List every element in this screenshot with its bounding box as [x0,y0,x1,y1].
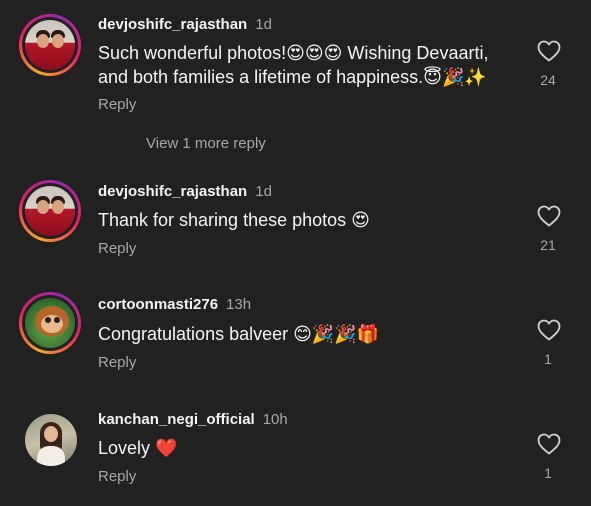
username-text[interactable]: kanchan_negi_official [98,411,255,428]
avatar[interactable] [19,292,81,354]
heart-outline-icon[interactable] [537,205,561,227]
like-count: 1 [544,465,552,481]
heart-outline-icon[interactable] [537,433,561,455]
comment-text: Such wonderful photos!😍😍😍 Wishing Devaar… [98,43,489,87]
avatar[interactable] [19,180,81,242]
comment-username[interactable]: kanchan_negi_official 10h [98,411,288,428]
heart-outline-icon[interactable] [537,319,561,341]
comment-username[interactable]: cortoonmasti276 13h [98,296,251,313]
avatar[interactable] [19,14,81,76]
reply-button[interactable]: Reply [98,96,136,113]
comment-text: Thank for sharing these photos 😍 [98,210,370,230]
username-text[interactable]: devjoshifc_rajasthan [98,183,247,200]
comment-time: 1d [255,183,272,200]
username-text[interactable]: devjoshifc_rajasthan [98,16,247,33]
reply-button[interactable]: Reply [98,354,136,371]
comment-username[interactable]: devjoshifc_rajasthan 1d [98,183,272,200]
like-count: 21 [540,237,556,253]
like-count: 24 [540,72,556,88]
comment-username[interactable]: devjoshifc_rajasthan 1d [98,16,272,33]
reply-button[interactable]: Reply [98,468,136,485]
comment-text: Congratulations balveer 😊🎉🎉🎁 [98,324,380,344]
like-count: 1 [544,351,552,367]
comment-time: 13h [226,296,252,313]
comment-time: 10h [262,411,288,428]
reply-button[interactable]: Reply [98,240,136,257]
avatar[interactable] [25,414,77,466]
comment-text: Lovely ❤️ [98,438,178,458]
view-more-replies-button[interactable]: View 1 more reply [146,135,266,152]
heart-outline-icon[interactable] [537,40,561,62]
username-text[interactable]: cortoonmasti276 [98,296,218,313]
comment-time: 1d [255,16,272,33]
